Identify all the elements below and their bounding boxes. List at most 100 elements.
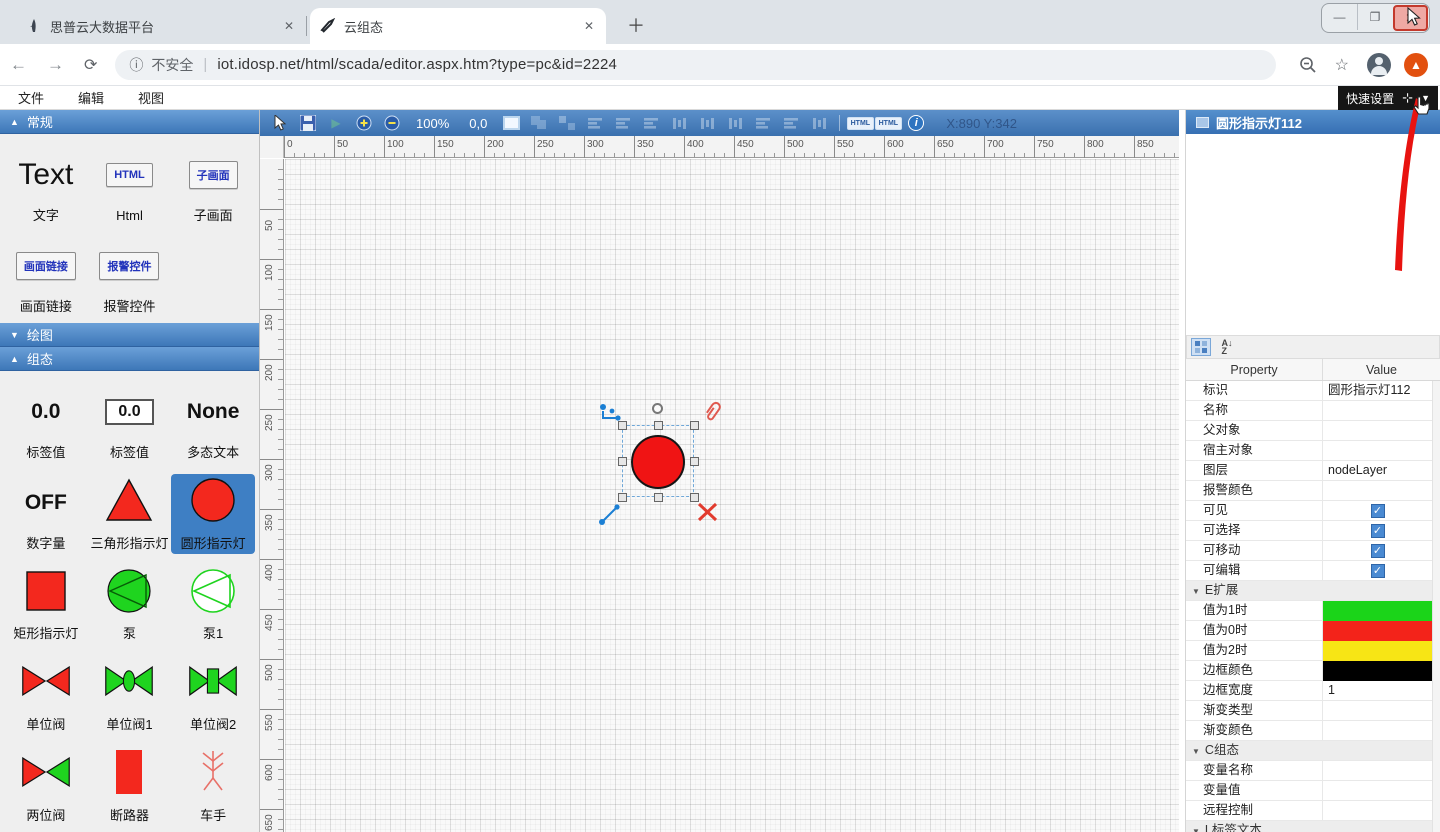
property-row-1[interactable]: 名称 (1186, 401, 1440, 421)
section-header-drawing[interactable]: ▼ 绘图 (0, 323, 259, 347)
menu-file[interactable]: 文件 (18, 88, 60, 107)
zoom-in-icon[interactable] (352, 113, 376, 133)
forward-icon[interactable]: → (47, 55, 64, 75)
property-row-12[interactable]: 值为0时 (1186, 621, 1440, 641)
quick-settings-dropdown-icon[interactable]: ▼ (1421, 93, 1430, 103)
property-row-4[interactable]: 图层nodeLayer (1186, 461, 1440, 481)
palette-item-scada-11[interactable]: 单位阀2 (171, 655, 255, 736)
resize-handle[interactable] (690, 457, 699, 466)
property-value[interactable]: ✓ (1323, 561, 1440, 580)
resize-handle[interactable] (690, 493, 699, 502)
resize-handle[interactable] (654, 421, 663, 430)
palette-item-general-0[interactable]: Text文字 (4, 146, 88, 227)
save-icon[interactable] (296, 113, 320, 133)
property-value[interactable] (1323, 401, 1440, 420)
property-value[interactable]: 圆形指示灯112 (1323, 381, 1440, 400)
checkbox-checked-icon[interactable]: ✓ (1371, 564, 1385, 578)
property-value[interactable] (1323, 781, 1440, 800)
palette-item-scada-4[interactable]: 三角形指示灯 (88, 474, 172, 555)
bookmark-star-icon[interactable]: ☆ (1335, 55, 1349, 75)
property-section-18[interactable]: ▼C组态 (1186, 741, 1440, 761)
page-info-icon[interactable]: ⓘ (129, 55, 143, 75)
property-value[interactable] (1323, 601, 1440, 620)
screen-icon[interactable] (499, 113, 523, 133)
fit-screen-icon[interactable]: ⊹ (1402, 90, 1413, 106)
palette-item-scada-5[interactable]: 圆形指示灯 (171, 474, 255, 555)
property-row-15[interactable]: 边框宽度1 (1186, 681, 1440, 701)
property-value[interactable]: ✓ (1323, 541, 1440, 560)
palette-item-scada-0[interactable]: 0.0标签值 (4, 383, 88, 464)
property-value[interactable] (1323, 661, 1440, 680)
menu-edit[interactable]: 编辑 (78, 88, 120, 107)
checkbox-checked-icon[interactable]: ✓ (1371, 524, 1385, 538)
palette-item-scada-7[interactable]: 泵 (88, 564, 172, 645)
property-value[interactable] (1323, 441, 1440, 460)
rotate-handle[interactable] (652, 403, 663, 414)
property-value[interactable] (1323, 721, 1440, 740)
categorize-icon[interactable] (1191, 338, 1211, 356)
restore-button[interactable]: ❐ (1357, 4, 1392, 30)
resize-handle[interactable] (690, 421, 699, 430)
close-window-button[interactable]: ✕ (1393, 5, 1428, 31)
zoom-out-tool-icon[interactable] (380, 113, 404, 133)
tab-dashboard[interactable]: 思普云大数据平台 ✕ (16, 8, 306, 44)
property-value[interactable] (1323, 761, 1440, 780)
property-row-19[interactable]: 变量名称 (1186, 761, 1440, 781)
property-row-2[interactable]: 父对象 (1186, 421, 1440, 441)
property-value[interactable]: ✓ (1323, 521, 1440, 540)
color-swatch[interactable] (1323, 641, 1432, 661)
property-value[interactable] (1323, 801, 1440, 820)
section-collapse-icon[interactable]: ▼ (1192, 587, 1200, 596)
panel-scrollbar[interactable] (1432, 381, 1440, 832)
color-swatch[interactable] (1323, 601, 1432, 621)
pointer-icon[interactable] (268, 113, 292, 133)
property-row-5[interactable]: 报警颜色 (1186, 481, 1440, 501)
color-swatch[interactable] (1323, 621, 1432, 641)
property-value[interactable] (1323, 481, 1440, 500)
palette-item-scada-14[interactable]: 车手 (171, 746, 255, 827)
palette-item-scada-8[interactable]: 泵1 (171, 564, 255, 645)
resize-handle[interactable] (654, 493, 663, 502)
browser-update-icon[interactable]: ▲ (1404, 53, 1428, 77)
property-row-0[interactable]: 标识圆形指示灯112 (1186, 381, 1440, 401)
palette-item-scada-13[interactable]: 断路器 (88, 746, 172, 827)
palette-item-scada-12[interactable]: 两位阀 (4, 746, 88, 827)
section-header-scada[interactable]: ▲ 组态 (0, 347, 259, 371)
resize-handle[interactable] (618, 493, 627, 502)
info-icon[interactable]: i (904, 113, 928, 133)
property-value[interactable]: nodeLayer (1323, 461, 1440, 480)
design-canvas[interactable] (285, 159, 1179, 832)
property-row-6[interactable]: 可见✓ (1186, 501, 1440, 521)
palette-item-general-3[interactable]: 画面链接画面链接 (4, 237, 88, 318)
tab-scada-editor[interactable]: 云组态 ✕ (310, 8, 606, 44)
property-row-11[interactable]: 值为1时 (1186, 601, 1440, 621)
palette-item-scada-9[interactable]: 单位阀 (4, 655, 88, 736)
menu-view[interactable]: 视图 (138, 88, 180, 107)
minimize-button[interactable]: — (1322, 4, 1357, 30)
property-value[interactable]: 1 (1323, 681, 1440, 700)
tab-close-icon[interactable]: ✕ (580, 17, 598, 35)
reload-icon[interactable]: ⟳ (84, 55, 97, 75)
new-tab-button[interactable]: ＋ (622, 12, 650, 40)
profile-avatar[interactable] (1367, 53, 1391, 77)
palette-item-scada-3[interactable]: OFF数字量 (4, 474, 88, 555)
palette-item-scada-10[interactable]: 单位阀1 (88, 655, 172, 736)
sort-az-icon[interactable]: A↓Z (1217, 338, 1237, 356)
property-value[interactable] (1323, 421, 1440, 440)
property-section-10[interactable]: ▼E扩展 (1186, 581, 1440, 601)
property-row-21[interactable]: 远程控制 (1186, 801, 1440, 821)
property-row-14[interactable]: 边框颜色 (1186, 661, 1440, 681)
property-value[interactable]: ✓ (1323, 501, 1440, 520)
property-section-22[interactable]: ▼L标签文本 (1186, 821, 1440, 832)
palette-item-general-4[interactable]: 报警控件报警控件 (88, 237, 172, 318)
property-row-3[interactable]: 宿主对象 (1186, 441, 1440, 461)
preview-html-icon[interactable]: HTML (876, 113, 900, 133)
quick-settings-button[interactable]: 快速设置 ⊹ ▼ (1338, 86, 1438, 110)
property-row-20[interactable]: 变量值 (1186, 781, 1440, 801)
property-row-17[interactable]: 渐变颜色 (1186, 721, 1440, 741)
resize-handle[interactable] (618, 421, 627, 430)
property-row-16[interactable]: 渐变类型 (1186, 701, 1440, 721)
palette-item-scada-6[interactable]: 矩形指示灯 (4, 564, 88, 645)
section-collapse-icon[interactable]: ▼ (1192, 827, 1200, 832)
address-bar[interactable]: ⓘ 不安全 | iot.idosp.net/html/scada/editor.… (115, 50, 1275, 80)
